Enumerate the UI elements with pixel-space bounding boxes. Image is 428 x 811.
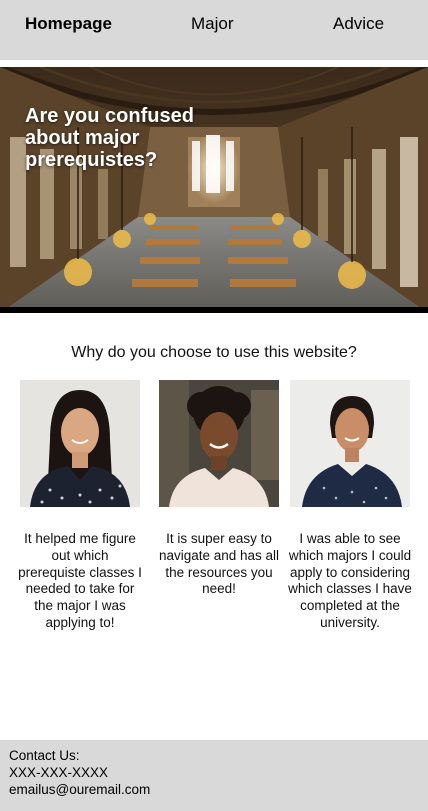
testimonial-text-1: It helped me figure out which prerequist… [18, 531, 142, 630]
contact-email[interactable]: emailus@ouremail.com [9, 781, 419, 798]
student-portrait-1 [20, 380, 140, 507]
testimonial-text-2: It is super easy to navigate and has all… [158, 531, 280, 597]
student-portrait-3 [290, 380, 410, 507]
testimonials-heading: Why do you choose to use this website? [71, 344, 357, 361]
library-hall-image [0, 67, 428, 313]
contact-footer: Contact Us: XXX-XXX-XXXX emailus@ouremai… [0, 740, 428, 811]
nav-advice-link[interactable]: Advice [333, 14, 384, 34]
hero-title: Are you confused about major prerequiste… [25, 105, 194, 171]
student-portrait-2 [159, 380, 279, 507]
contact-phone[interactable]: XXX-XXX-XXXX [9, 764, 419, 781]
testimonial-photo-2 [159, 380, 279, 507]
testimonial-photo-3 [290, 380, 410, 507]
nav-home-link[interactable]: Homepage [25, 14, 112, 34]
testimonial-text-3: I was able to see which majors I could a… [288, 531, 412, 630]
contact-heading: Contact Us: [9, 748, 80, 763]
top-nav: Homepage Major Advice [0, 0, 428, 60]
hero-banner: Are you confused about major prerequiste… [0, 67, 428, 313]
hero-bottom-bar [0, 307, 428, 313]
nav-major-link[interactable]: Major [191, 14, 234, 34]
testimonial-photo-1 [20, 380, 140, 507]
